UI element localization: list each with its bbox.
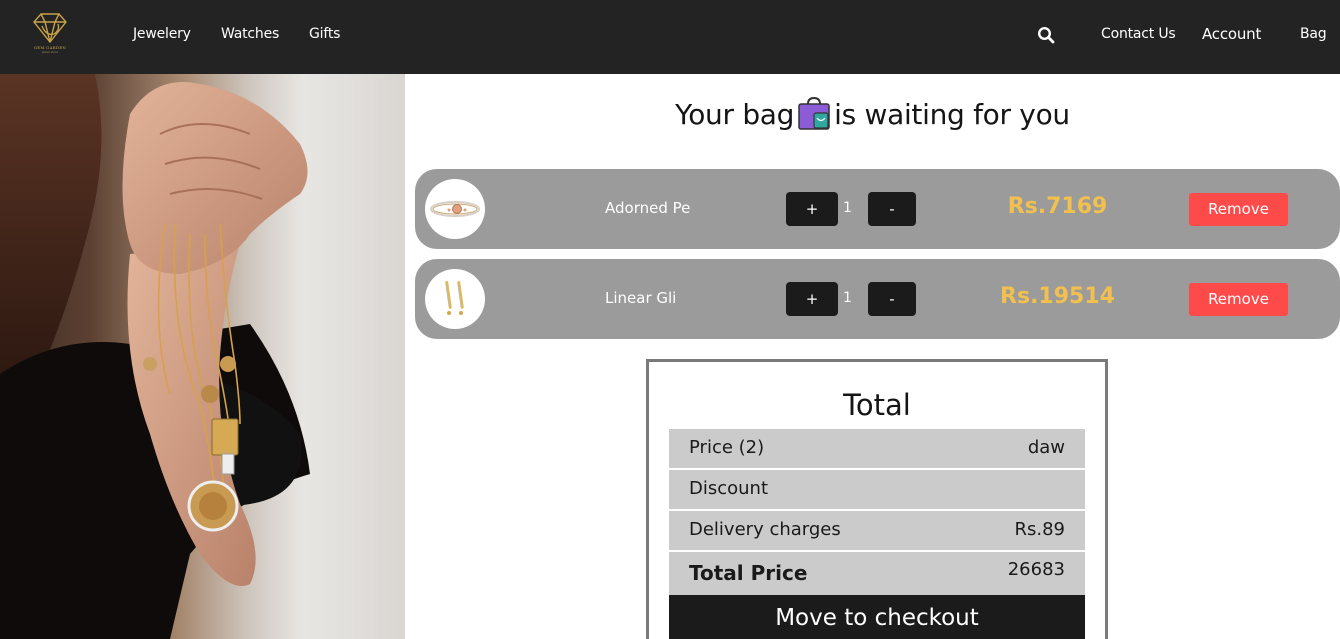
product-name[interactable]: Adorned Pe — [605, 199, 690, 217]
product-name[interactable]: Linear Gli — [605, 289, 676, 307]
diamond-logo-icon — [33, 13, 67, 44]
cart-item-row: Linear Gli + 1 - Rs.19514 Remove — [415, 259, 1340, 339]
summary-row-discount: Discount — [669, 470, 1085, 509]
nav-jewelery[interactable]: Jewelery — [133, 26, 191, 42]
nav-account[interactable]: Account — [1202, 25, 1261, 43]
summary-value: daw — [1027, 437, 1065, 458]
checkout-button[interactable]: Move to checkout — [669, 595, 1085, 639]
product-price: Rs.19514 — [1000, 284, 1115, 309]
title-before: Your bag — [675, 98, 795, 131]
quantity-value: 1 — [843, 290, 852, 306]
quantity-increase-button[interactable]: + — [786, 192, 838, 226]
product-price: Rs.7169 — [1007, 194, 1108, 219]
hand-with-necklaces-image — [0, 74, 310, 639]
nav-watches[interactable]: Watches — [221, 26, 279, 42]
page-title: Your bag is waiting for you — [405, 96, 1340, 131]
search-icon[interactable] — [1037, 26, 1055, 44]
nav-bag[interactable]: Bag — [1300, 26, 1327, 42]
summary-label: Price (2) — [689, 437, 765, 458]
summary-row-price: Price (2) daw — [669, 429, 1085, 468]
order-summary-box: Total Price (2) daw Discount Delivery ch… — [646, 359, 1108, 639]
shopping-bag-icon — [798, 96, 830, 130]
remove-button[interactable]: Remove — [1189, 283, 1288, 316]
title-after: is waiting for you — [834, 98, 1070, 131]
summary-row-delivery: Delivery charges Rs.89 — [669, 511, 1085, 550]
cart-item-row: Adorned Pe + 1 - Rs.7169 Remove — [415, 169, 1340, 249]
total-price-value: 26683 — [1007, 559, 1065, 580]
earrings-image — [445, 281, 464, 315]
logo-subtext: jewel store — [41, 50, 59, 54]
nav-gifts[interactable]: Gifts — [309, 26, 340, 42]
total-price-label: Total Price — [689, 561, 808, 585]
bracelet-image — [430, 201, 480, 217]
quantity-decrease-button[interactable]: - — [868, 192, 916, 226]
nav-contact-us[interactable]: Contact Us — [1101, 26, 1176, 42]
brand-logo[interactable]: GEM GARDEN jewel store — [30, 12, 70, 60]
quantity-increase-button[interactable]: + — [786, 282, 838, 316]
top-navbar: GEM GARDEN jewel store Jewelery Watches … — [0, 0, 1340, 74]
product-thumbnail[interactable] — [425, 179, 485, 239]
summary-label: Delivery charges — [689, 519, 841, 540]
quantity-decrease-button[interactable]: - — [868, 282, 916, 316]
remove-button[interactable]: Remove — [1189, 193, 1288, 226]
hero-jewelry-photo — [0, 74, 405, 639]
summary-row-total: Total Price 26683 — [669, 552, 1085, 595]
quantity-value: 1 — [843, 200, 852, 216]
product-thumbnail[interactable] — [425, 269, 485, 329]
summary-value: Rs.89 — [1014, 519, 1065, 540]
summary-title: Total — [843, 388, 911, 422]
summary-label: Discount — [689, 478, 769, 499]
